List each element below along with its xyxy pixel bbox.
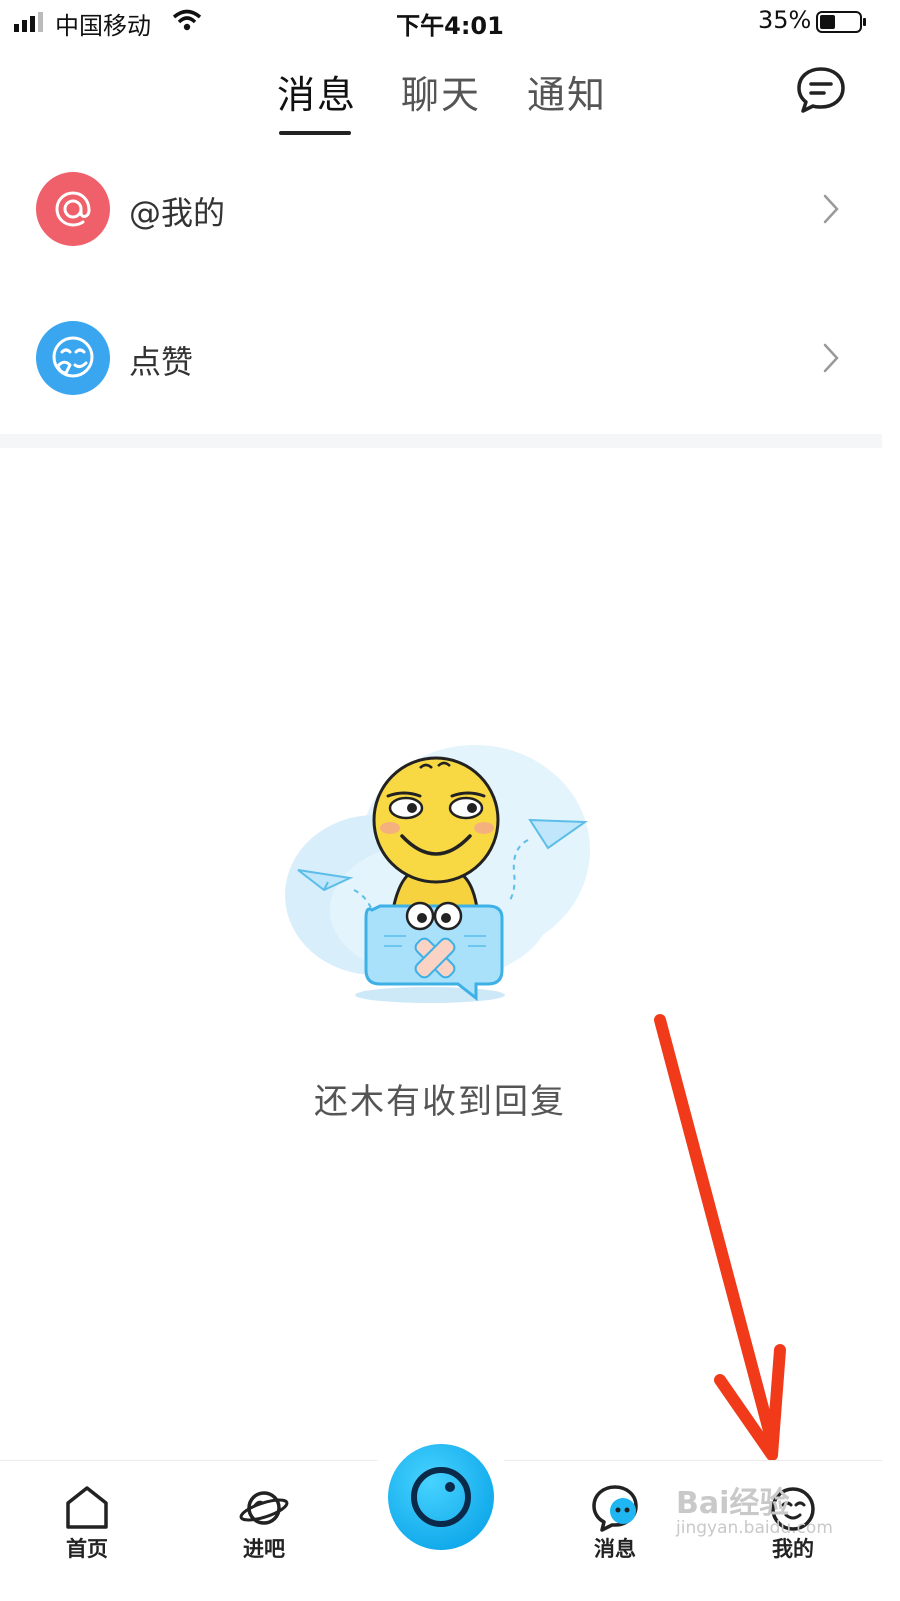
list-item-at-me[interactable]: @我的 (0, 136, 882, 284)
chat-bubble-icon[interactable] (796, 66, 846, 114)
chevron-right-icon (823, 194, 839, 224)
chevron-right-icon (823, 343, 839, 373)
watermark-url: jingyan.baidu.com (676, 1518, 833, 1538)
like-face-icon (36, 321, 110, 395)
at-icon (36, 172, 110, 246)
tab-messages[interactable]: 消息 (277, 64, 357, 119)
nav-item-forum[interactable]: 进吧 (219, 1461, 309, 1601)
tab-chat[interactable]: 聊天 (401, 64, 481, 119)
list-item-likes[interactable]: 点赞 (0, 285, 882, 433)
annotation-arrow (654, 1014, 786, 1461)
nav-item-messages[interactable]: 消息 (570, 1461, 660, 1601)
tab-active-indicator (279, 131, 351, 135)
home-icon (66, 1486, 108, 1529)
nav-label: 首页 (66, 1537, 108, 1561)
nav-item-home[interactable]: 首页 (42, 1461, 132, 1601)
battery-percent: 35% (758, 6, 812, 34)
nav-label: 消息 (594, 1537, 636, 1561)
planet-icon (239, 1491, 289, 1525)
section-divider (0, 434, 882, 448)
empty-state-illustration (285, 745, 590, 1003)
message-icon (592, 1485, 638, 1532)
status-bar: 中国移动 下午4:01 35% (0, 0, 900, 44)
list-item-label: 点赞 (129, 343, 194, 381)
battery-icon (816, 11, 866, 33)
watermark: Bai经验 jingyan.baidu.com (676, 1478, 846, 1538)
list-item-label: @我的 (129, 194, 226, 232)
watermark-main: Bai经验 (676, 1486, 790, 1521)
nav-label: 进吧 (243, 1537, 285, 1561)
camera-icon[interactable] (386, 1442, 496, 1552)
tab-notifications[interactable]: 通知 (527, 64, 607, 119)
